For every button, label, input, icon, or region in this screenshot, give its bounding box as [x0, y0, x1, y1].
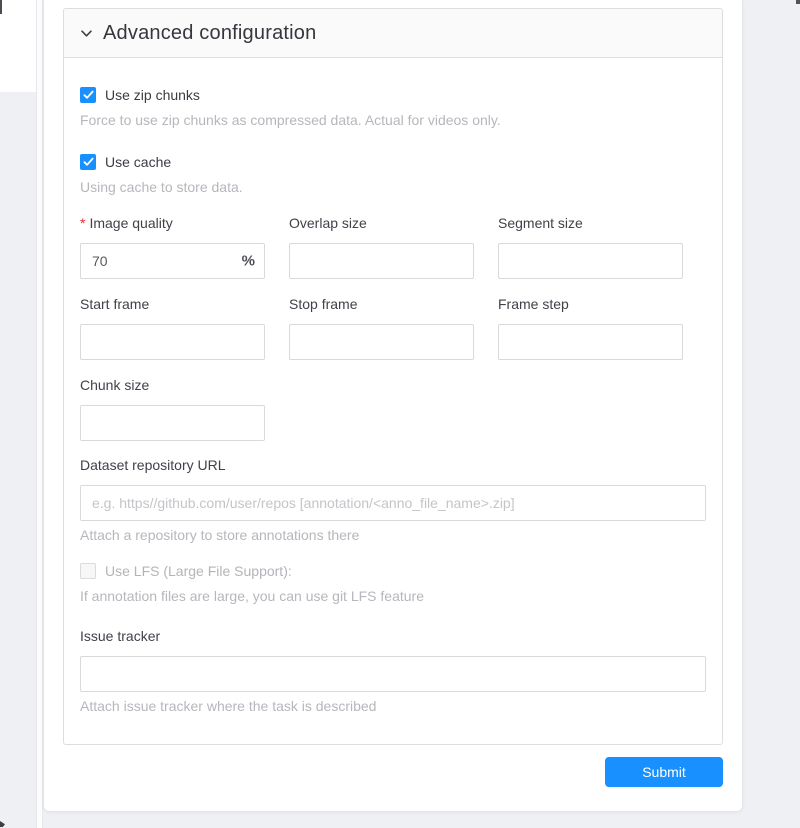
- scrollbar-track[interactable]: [36, 0, 43, 828]
- overlap-size-label: Overlap size: [289, 215, 474, 235]
- advanced-configuration-header[interactable]: Advanced configuration: [64, 9, 722, 58]
- fields-row-1: *Image quality % Overlap size Segment si…: [80, 215, 706, 279]
- scrollbar-thumb[interactable]: [0, 0, 2, 14]
- page-background-white-strip: [0, 0, 36, 92]
- use-cache-row: Use cache: [80, 153, 706, 171]
- required-asterisk: *: [80, 215, 85, 231]
- form-footer: Submit: [44, 757, 723, 787]
- repository-url-help: Attach a repository to store annotations…: [80, 527, 706, 543]
- panel-title: Advanced configuration: [103, 22, 316, 45]
- cursor-artifact: [0, 821, 5, 827]
- start-frame-label: Start frame: [80, 296, 265, 316]
- chevron-down-icon: [80, 27, 93, 40]
- create-task-card: Advanced configuration Use zip chunks Fo…: [43, 0, 743, 812]
- stop-frame-label: Stop frame: [289, 296, 474, 316]
- zip-chunks-label[interactable]: Use zip chunks: [105, 87, 200, 103]
- submit-button[interactable]: Submit: [605, 757, 723, 787]
- issue-tracker-input[interactable]: [80, 656, 706, 692]
- use-cache-label[interactable]: Use cache: [105, 154, 171, 170]
- image-quality-label: *Image quality: [80, 215, 265, 235]
- stop-frame-input[interactable]: [289, 324, 474, 360]
- fields-row-2: Start frame Stop frame Frame step: [80, 296, 706, 360]
- use-lfs-label[interactable]: Use LFS (Large File Support):: [105, 563, 292, 579]
- issue-tracker-label: Issue tracker: [80, 628, 706, 648]
- check-icon: [83, 157, 94, 167]
- use-cache-help: Using cache to store data.: [80, 179, 706, 195]
- issue-tracker-field: Issue tracker Attach issue tracker where…: [80, 628, 706, 714]
- chunk-size-input[interactable]: [80, 405, 265, 441]
- image-quality-input[interactable]: [80, 243, 265, 279]
- advanced-configuration-panel: Advanced configuration Use zip chunks Fo…: [63, 8, 723, 745]
- issue-tracker-help: Attach issue tracker where the task is d…: [80, 698, 706, 714]
- zip-chunks-row: Use zip chunks: [80, 86, 706, 104]
- repository-url-label: Dataset repository URL: [80, 457, 706, 477]
- screen-corner-artifact: [796, 0, 800, 4]
- use-cache-checkbox[interactable]: [80, 154, 96, 170]
- chunk-size-label: Chunk size: [80, 377, 265, 397]
- check-icon: [83, 90, 94, 100]
- repository-field: Dataset repository URL Attach a reposito…: [80, 457, 706, 543]
- use-lfs-checkbox[interactable]: [80, 563, 96, 579]
- repository-url-input[interactable]: [80, 485, 706, 521]
- overlap-size-input[interactable]: [289, 243, 474, 279]
- fields-row-3: Chunk size: [80, 377, 706, 441]
- frame-step-label: Frame step: [498, 296, 683, 316]
- panel-body: Use zip chunks Force to use zip chunks a…: [64, 58, 722, 744]
- use-lfs-help: If annotation files are large, you can u…: [80, 588, 706, 604]
- zip-chunks-help: Force to use zip chunks as compressed da…: [80, 112, 706, 128]
- frame-step-input[interactable]: [498, 324, 683, 360]
- use-lfs-row: Use LFS (Large File Support):: [80, 562, 706, 580]
- segment-size-input[interactable]: [498, 243, 683, 279]
- segment-size-label: Segment size: [498, 215, 683, 235]
- zip-chunks-checkbox[interactable]: [80, 87, 96, 103]
- start-frame-input[interactable]: [80, 324, 265, 360]
